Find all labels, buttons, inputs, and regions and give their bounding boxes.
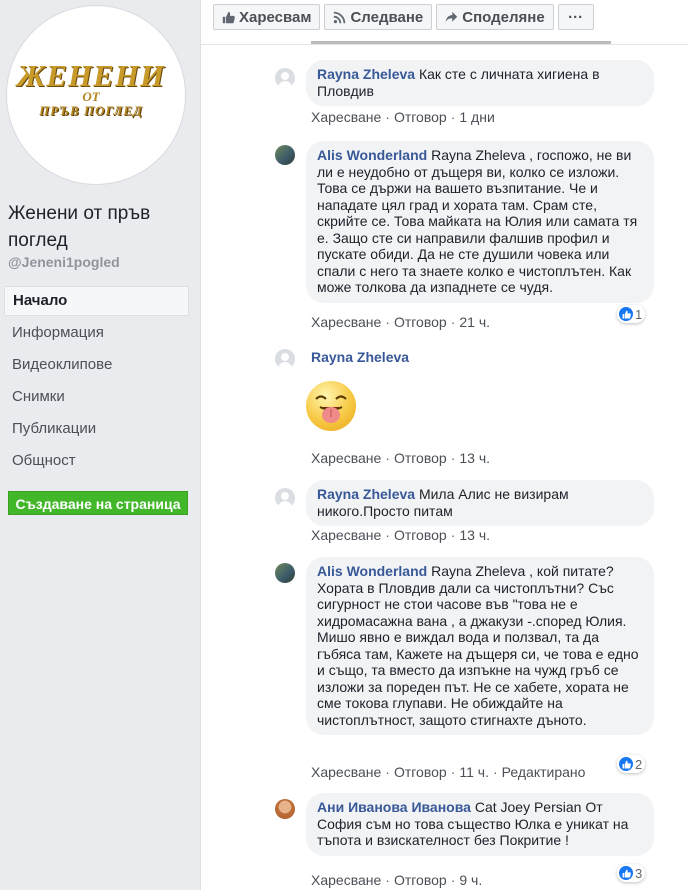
page-handle[interactable]: @Jeneni1pogled: [8, 254, 120, 270]
like-comment-link[interactable]: Харесване: [311, 764, 381, 780]
like-reaction-icon: [619, 307, 633, 321]
reply-link[interactable]: Отговор: [394, 109, 447, 125]
reaction-number: 3: [635, 865, 643, 881]
divider: [201, 44, 688, 45]
reply-link[interactable]: Отговор: [394, 314, 447, 330]
nav-item-videos[interactable]: Видеоклипове: [4, 350, 189, 380]
page-logo: ЖЕНЕНИ ОТ ПРЪВ ПОГЛЕД: [6, 60, 176, 119]
like-comment-link[interactable]: Харесване: [311, 450, 381, 466]
create-page-button[interactable]: Създаване на страница: [8, 491, 188, 515]
reply-link[interactable]: Отговор: [394, 527, 447, 543]
tongue-out-emoji-icon: [315, 395, 347, 423]
avatar[interactable]: [275, 563, 295, 583]
reaction-count[interactable]: 3: [617, 864, 646, 882]
comment-timestamp[interactable]: 13 ч.: [459, 450, 490, 466]
comment-meta: Харесване · Отговор · 13 ч.: [311, 450, 491, 466]
page-nav: Начало Информация Видеоклипове Снимки Пу…: [4, 286, 189, 478]
comment-meta: Харесване · Отговор · 11 ч. · Редактирано: [311, 764, 586, 780]
post-action-bar: Харесвам Следване Споделяне ···: [213, 4, 598, 32]
reply-link[interactable]: Отговор: [394, 764, 447, 780]
nav-item-community[interactable]: Общност: [4, 446, 189, 476]
share-label: Споделяне: [462, 8, 545, 26]
thumbs-up-icon: [222, 11, 235, 23]
like-comment-link[interactable]: Харесване: [311, 314, 381, 330]
comment-bubble: Alis Wonderland Rayna Zheleva , кой пита…: [306, 557, 654, 735]
post-panel: Харесвам Следване Споделяне ··· Rayna Zh…: [200, 0, 688, 890]
avatar[interactable]: [275, 349, 295, 369]
comment-text: Rayna Zheleva , кой питате? Хората в Пло…: [317, 563, 639, 728]
logo-line1: ЖЕНЕНИ: [16, 58, 166, 93]
tongue-out-emoji-sticker: [306, 381, 356, 431]
comment-timestamp[interactable]: 9 ч.: [459, 872, 482, 888]
reaction-count[interactable]: 2: [617, 755, 646, 773]
reaction-number: 1: [635, 306, 643, 322]
nav-item-photos[interactable]: Снимки: [4, 382, 189, 412]
nav-item-info[interactable]: Информация: [4, 318, 189, 348]
reaction-number: 2: [635, 756, 643, 772]
follow-label: Следване: [350, 8, 424, 26]
like-page-label: Харесвам: [239, 8, 312, 26]
comment-author[interactable]: Alis Wonderland: [317, 563, 427, 579]
nav-item-home[interactable]: Начало: [4, 286, 189, 316]
like-comment-link[interactable]: Харесване: [311, 527, 381, 543]
avatar[interactable]: [275, 145, 295, 165]
avatar[interactable]: [275, 488, 295, 508]
comment-bubble: Alis Wonderland Rayna Zheleva , госпожо,…: [306, 141, 654, 303]
reaction-count[interactable]: 1: [617, 305, 646, 323]
comment-meta: Харесване · Отговор · 21 ч.: [311, 314, 491, 330]
more-options-button[interactable]: ···: [557, 4, 594, 30]
nav-item-posts[interactable]: Публикации: [4, 414, 189, 444]
comment-author[interactable]: Rayna Zheleva: [311, 349, 409, 365]
page-title[interactable]: Женени от пръв поглед: [8, 200, 193, 254]
comment-bubble: Ани Иванова Иванова Cat Joey Persian От …: [306, 793, 654, 856]
comment-text: Rayna Zheleva , госпожо, не ви ли е неуд…: [317, 147, 638, 295]
comment-author[interactable]: Ани Иванова Иванова: [317, 799, 471, 815]
left-sidebar: ЖЕНЕНИ ОТ ПРЪВ ПОГЛЕД Женени от пръв пог…: [0, 0, 200, 890]
comment-author[interactable]: Alis Wonderland: [317, 147, 427, 163]
comment-timestamp[interactable]: 21 ч.: [459, 314, 490, 330]
comment-bubble: Rayna Zheleva Как сте с личната хигиена …: [306, 60, 654, 106]
comment-timestamp[interactable]: 13 ч.: [459, 527, 490, 543]
reply-link[interactable]: Отговор: [394, 450, 447, 466]
comment-bubble: Rayna Zheleva Мила Алис не визирам никог…: [306, 480, 654, 526]
comment-timestamp[interactable]: 1 дни: [459, 109, 494, 125]
share-button[interactable]: Споделяне: [436, 4, 554, 30]
avatar[interactable]: [275, 799, 295, 819]
comment-author[interactable]: Rayna Zheleva: [317, 486, 415, 502]
like-page-button[interactable]: Харесвам: [213, 4, 321, 30]
comment-meta: Харесване · Отговор · 13 ч.: [311, 527, 491, 543]
reply-link[interactable]: Отговор: [394, 872, 447, 888]
like-reaction-icon: [619, 757, 633, 771]
edited-label[interactable]: Редактирано: [502, 764, 586, 780]
comment-meta: Харесване · Отговор · 9 ч.: [311, 872, 483, 888]
comment-meta: Харесване · Отговор · 1 дни: [311, 109, 495, 125]
rss-icon: [334, 11, 346, 23]
comment-timestamp[interactable]: 11 ч.: [459, 764, 489, 780]
share-arrow-icon: [446, 11, 458, 22]
logo-line3: ПРЪВ ПОГЛЕД: [39, 103, 143, 118]
like-comment-link[interactable]: Харесване: [311, 872, 381, 888]
like-reaction-icon: [619, 866, 633, 880]
avatar[interactable]: [275, 68, 295, 88]
follow-button[interactable]: Следване: [324, 4, 433, 30]
comment-author[interactable]: Rayna Zheleva: [317, 66, 415, 82]
like-comment-link[interactable]: Харесване: [311, 109, 381, 125]
